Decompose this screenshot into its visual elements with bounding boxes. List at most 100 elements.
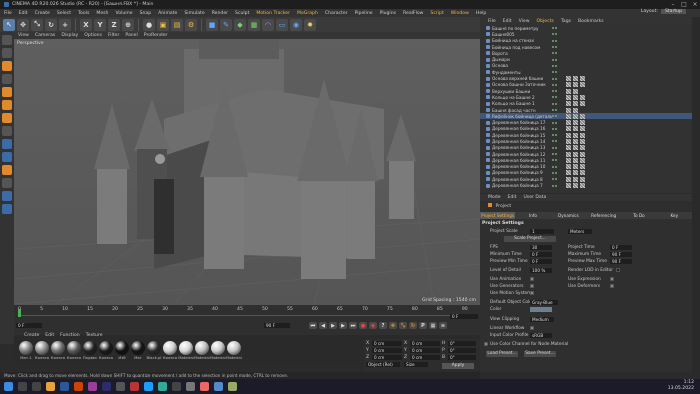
menu-render[interactable]: Render [212, 11, 228, 16]
material-tag-icon[interactable] [566, 120, 585, 126]
visibility-dots-icon[interactable] [552, 77, 557, 80]
visibility-dots-icon[interactable] [552, 165, 557, 168]
minimize-icon[interactable]: – [668, 0, 678, 9]
edges-mode-icon[interactable] [2, 100, 12, 110]
app3-icon[interactable] [228, 382, 237, 391]
menu-help[interactable]: Help [476, 11, 486, 16]
menu-sculpt[interactable]: Sculpt [235, 11, 249, 16]
snap-icon[interactable] [2, 139, 12, 149]
tab-referencing[interactable]: Referencing [586, 212, 621, 219]
visibility-dots-icon[interactable] [552, 33, 557, 36]
visibility-dots-icon[interactable] [552, 153, 557, 156]
material-tag-icon[interactable] [566, 126, 585, 132]
material-tag-icon[interactable] [566, 94, 585, 100]
menu-mesh[interactable]: Mesh [96, 11, 108, 16]
rot-h-field[interactable]: 0° [448, 341, 476, 346]
preview-min-field[interactable]: 0 F [530, 259, 552, 264]
material-tag-icon[interactable] [566, 88, 578, 94]
material-swatch[interactable]: Material [226, 341, 242, 360]
visibility-dots-icon[interactable] [552, 58, 557, 61]
use-expression-checkbox[interactable] [610, 277, 614, 281]
menu-animate[interactable]: Animate [158, 11, 177, 16]
render-lod-checkbox[interactable] [616, 268, 620, 272]
planar-workplane-icon[interactable] [2, 191, 12, 201]
visibility-dots-icon[interactable] [552, 115, 557, 118]
telegram-icon[interactable] [144, 382, 153, 391]
axis-mode-icon[interactable] [2, 126, 12, 136]
menu-pipeline[interactable]: Pipeline [355, 11, 373, 16]
timeline-playhead[interactable] [18, 309, 21, 317]
default-color-dropdown[interactable]: Gray-Blue [530, 300, 558, 305]
menu-volume[interactable]: Volume [115, 11, 132, 16]
material-swatch[interactable]: Колесо [50, 341, 66, 360]
material-swatch[interactable]: Material [178, 341, 194, 360]
am-menu-user-data[interactable]: User Data [523, 195, 546, 200]
task-view-icon[interactable] [32, 382, 41, 391]
layout-dropdown[interactable]: Startup [660, 9, 686, 14]
visibility-dots-icon[interactable] [552, 83, 557, 86]
workplane-lock-icon[interactable] [2, 178, 12, 188]
app-icon[interactable] [200, 382, 209, 391]
menu-motion-tracker[interactable]: Motion Tracker [256, 11, 290, 16]
menu-mograph[interactable]: MoGraph [297, 11, 318, 16]
z-axis-lock-icon[interactable]: Z [108, 18, 120, 31]
material-swatch[interactable]: Material [194, 341, 210, 360]
app2-icon[interactable] [214, 382, 223, 391]
solo-icon[interactable] [2, 165, 12, 175]
record-icon[interactable]: ● [143, 18, 155, 31]
render-view-icon[interactable]: ▣ [157, 18, 169, 31]
x-axis-lock-icon[interactable]: X [80, 18, 92, 31]
color-channel-checkbox[interactable] [484, 342, 488, 346]
scale-project-button[interactable]: Scale Project... [504, 236, 556, 242]
lod-field[interactable]: 100 % [530, 268, 552, 273]
tab-key-interpolation[interactable]: Key Interpolation [657, 212, 692, 225]
material-swatch[interactable]: Изб [114, 341, 130, 360]
material-tag-icon[interactable] [566, 183, 585, 189]
visibility-dots-icon[interactable] [552, 27, 557, 30]
model-mode-icon[interactable] [2, 61, 12, 71]
visibility-dots-icon[interactable] [552, 46, 557, 49]
menu-character[interactable]: Character [325, 11, 348, 16]
material-menu-texture[interactable]: Texture [86, 333, 103, 339]
notepad-icon[interactable] [186, 382, 195, 391]
pos-x-field[interactable]: 0 cm [372, 341, 402, 346]
object-row[interactable]: Деревянная бойница 7 [480, 182, 692, 189]
tab-dynamics[interactable]: Dynamics [551, 212, 586, 219]
timeline-menu-icon[interactable]: ≡ [439, 322, 447, 329]
viewport-menu-view[interactable]: View [18, 33, 29, 38]
viewport-menu-options[interactable]: Options [84, 33, 102, 38]
visibility-dots-icon[interactable] [552, 96, 557, 99]
use-motion-checkbox[interactable] [530, 291, 534, 295]
menu-edit[interactable]: Edit [19, 11, 28, 16]
load-preset-button[interactable]: Load Preset... [486, 351, 518, 357]
pen-icon[interactable]: ✎ [220, 18, 232, 31]
visibility-dots-icon[interactable] [552, 184, 557, 187]
ps-icon[interactable] [60, 382, 69, 391]
material-swatch[interactable]: Мат [130, 341, 146, 360]
rot-b-field[interactable]: 0° [448, 355, 476, 360]
visibility-dots-icon[interactable] [552, 121, 557, 124]
timeline-ruler[interactable]: 0 5 10 15 20 25 30 35 40 45 50 55 60 65 … [18, 307, 468, 315]
size-z-field[interactable]: 0 cm [410, 355, 440, 360]
material-tag-icon[interactable] [566, 113, 585, 119]
material-tag-icon[interactable] [566, 101, 585, 107]
rotate-key-icon[interactable]: ↻ [409, 322, 417, 329]
subdivision-icon[interactable]: ◆ [234, 18, 246, 31]
visibility-dots-icon[interactable] [552, 134, 557, 137]
om-menu-edit[interactable]: Edit [503, 19, 512, 24]
scale-tool-icon[interactable]: ⤡ [31, 18, 43, 31]
menu-snap[interactable]: Snap [140, 11, 152, 16]
edge-icon[interactable] [158, 382, 167, 391]
deformer-icon[interactable]: ◠ [262, 18, 274, 31]
maximize-icon[interactable]: □ [679, 0, 689, 9]
explorer-icon[interactable] [46, 382, 55, 391]
linear-workflow-checkbox[interactable] [530, 326, 534, 330]
material-tag-icon[interactable] [566, 176, 585, 182]
view-clipping-dropdown[interactable]: Medium [530, 317, 554, 322]
visibility-dots-icon[interactable] [552, 171, 557, 174]
pointer-tool-icon[interactable]: ↖ [3, 18, 15, 31]
go-start-icon[interactable]: ⏮ [309, 322, 317, 329]
material-menu-edit[interactable]: Edit [45, 333, 54, 339]
search-icon[interactable] [18, 382, 27, 391]
material-swatch[interactable]: Колесо [162, 341, 178, 360]
